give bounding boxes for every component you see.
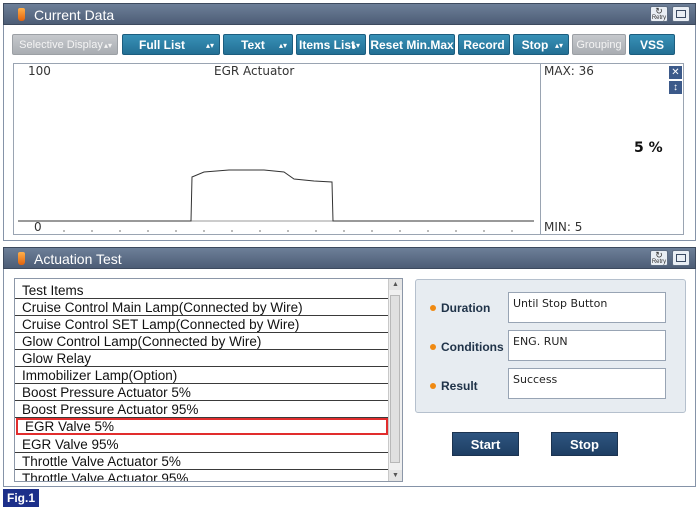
list-item[interactable]: Glow Relay (15, 350, 389, 367)
stop-button[interactable]: Stop (551, 432, 618, 456)
reset-min-max-button[interactable]: Reset Min.Max (369, 34, 455, 55)
stop-dropdown[interactable]: Stop ▴▾ (513, 34, 569, 55)
graph-divider (540, 64, 541, 234)
scroll-up-icon[interactable]: ▲ (389, 279, 402, 290)
bullet-icon (430, 383, 436, 389)
list-item[interactable]: Immobilizer Lamp(Option) (15, 367, 389, 384)
figure-label: Fig.1 (3, 489, 39, 507)
list-item[interactable]: Boost Pressure Actuator 95% (15, 401, 389, 418)
current-data-title: Current Data (34, 7, 115, 23)
expand-graph-icon[interactable]: ↕ (669, 81, 682, 94)
test-items-list[interactable]: Test Items Cruise Control Main Lamp(Conn… (14, 278, 403, 482)
result-label: Result (430, 379, 478, 393)
updown-icon: ▴▾ (554, 41, 563, 50)
list-item[interactable]: Glow Control Lamp(Connected by Wire) (15, 333, 389, 350)
start-button[interactable]: Start (452, 432, 519, 456)
flag-icon (18, 8, 25, 21)
duration-value: Until Stop Button (508, 292, 666, 323)
list-item[interactable]: Cruise Control Main Lamp(Connected by Wi… (15, 299, 389, 316)
egr-actuator-graph: 100 EGR Actuator 0 MAX: 36 5 % MIN: 5 ✕ … (13, 63, 684, 235)
flag-icon (18, 252, 25, 265)
updown-icon: ▴▾ (205, 41, 214, 50)
maximize-icon[interactable] (672, 6, 690, 22)
result-value: Success (508, 368, 666, 399)
list-item[interactable]: Cruise Control SET Lamp(Connected by Wir… (15, 316, 389, 333)
scroll-down-icon[interactable]: ▼ (389, 470, 402, 481)
graph-min-text: MIN: 5 (544, 220, 583, 234)
list-item-selected[interactable]: EGR Valve 5% (16, 418, 388, 435)
graph-ticks (63, 230, 513, 232)
grouping-button[interactable]: Grouping (572, 34, 626, 55)
items-list-dropdown[interactable]: Items List ▴▾ (296, 34, 366, 55)
record-button[interactable]: Record (458, 34, 510, 55)
updown-icon: ▴▾ (351, 41, 360, 50)
current-data-titlebar: Current Data ↻ Retry (3, 3, 696, 25)
retry-icon[interactable]: ↻ Retry (650, 250, 668, 266)
updown-icon: ▴▾ (278, 41, 287, 50)
graph-max-text: MAX: 36 (544, 64, 594, 78)
selective-display-dropdown[interactable]: Selective Display ▴▾ (12, 34, 118, 55)
list-item[interactable]: Boost Pressure Actuator 5% (15, 384, 389, 401)
duration-label: Duration (430, 301, 490, 315)
close-graph-icon[interactable]: ✕ (669, 66, 682, 79)
maximize-icon[interactable] (672, 250, 690, 266)
test-info-panel: Duration Until Stop Button Conditions EN… (415, 279, 686, 413)
bullet-icon (430, 344, 436, 350)
conditions-label: Conditions (430, 340, 504, 354)
actuation-test-title: Actuation Test (34, 251, 122, 267)
text-dropdown[interactable]: Text ▴▾ (223, 34, 293, 55)
egr-actuator-line (18, 169, 534, 222)
graph-current-value: 5 % (634, 140, 663, 156)
list-item[interactable]: Throttle Valve Actuator 5% (15, 453, 389, 470)
vss-button[interactable]: VSS (629, 34, 675, 55)
scroll-thumb[interactable] (390, 295, 400, 463)
list-scrollbar[interactable]: ▲ ▼ (388, 279, 402, 481)
conditions-value: ENG. RUN (508, 330, 666, 361)
list-item[interactable]: EGR Valve 95% (15, 436, 389, 453)
list-item[interactable]: Throttle Valve Actuator 95% (15, 470, 389, 481)
bullet-icon (430, 305, 436, 311)
test-items-header: Test Items (15, 282, 389, 299)
full-list-dropdown[interactable]: Full List ▴▾ (122, 34, 220, 55)
graph-trace (18, 169, 534, 232)
actuation-test-titlebar: Actuation Test ↻ Retry (3, 247, 696, 269)
retry-icon[interactable]: ↻ Retry (650, 6, 668, 22)
